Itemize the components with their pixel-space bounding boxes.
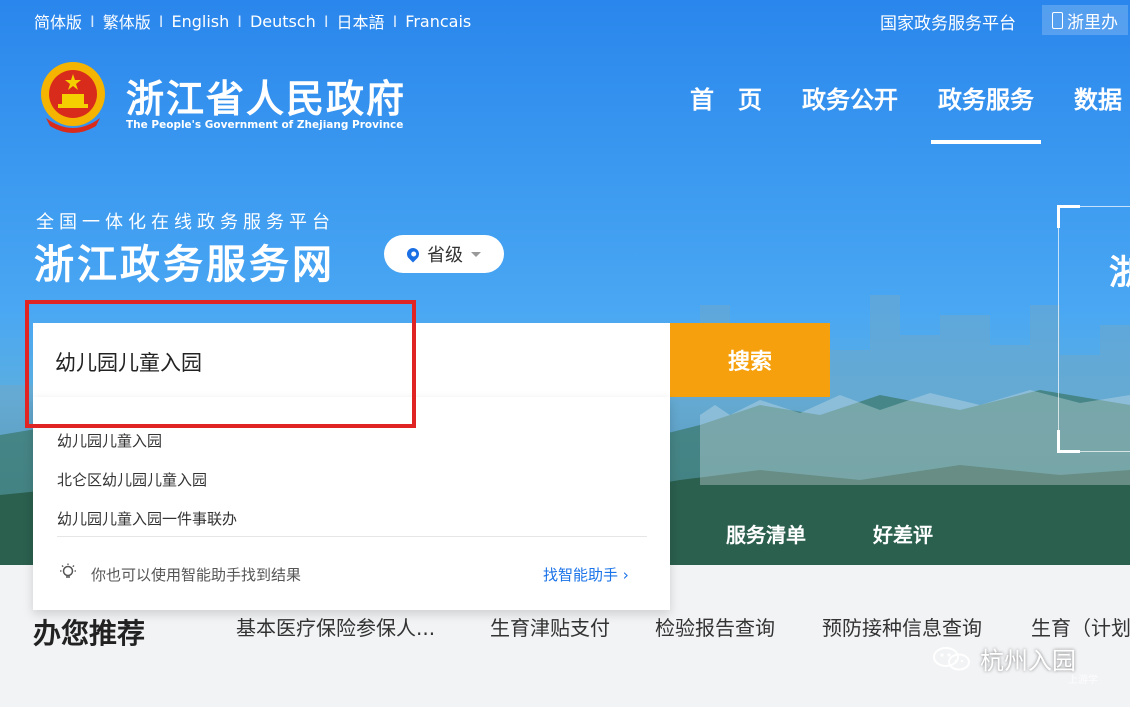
separator: I [323,11,329,31]
nav-gov-affairs-open[interactable]: 政务公开 [782,82,918,118]
recommend-item[interactable]: 预防接种信息查询 [822,612,982,641]
recommend-item[interactable]: 基本医疗保险参保人... [236,612,435,641]
phone-icon [1052,11,1063,29]
watermark-small-text: 上游学 [1068,675,1098,686]
region-label: 省级 [427,245,463,266]
recommend-item[interactable]: 生育（计划 [1031,612,1130,641]
wechat-icon [933,646,970,670]
main-nav: 首 页 政务公开 政务服务 数据 [670,82,1130,144]
location-pin-icon [404,245,422,263]
frame-corner [1057,430,1080,453]
suggestion-item[interactable]: 北仑区幼儿园儿童入园 [57,469,207,490]
lightbulb-icon [60,563,76,578]
lang-japanese[interactable]: 日本語 [337,9,385,33]
separator: I [158,11,164,31]
nav-data[interactable]: 数据 [1054,82,1130,118]
zheliban-app-link[interactable]: 浙里办 [1042,5,1128,35]
chevron-right-icon: › [622,566,629,584]
side-banner-frame[interactable]: 浙 [1057,205,1130,453]
lang-simplified[interactable]: 简体版 [34,9,82,33]
assistant-hint: 你也可以使用智能助手找到结果 [91,566,302,584]
frame-corner [1057,205,1080,228]
assistant-link[interactable]: 找智能助手 › [543,564,629,585]
rating-link[interactable]: 好差评 [873,519,933,548]
lang-english[interactable]: English [171,12,229,31]
nav-gov-services[interactable]: 政务服务 [918,82,1054,144]
site-title-en: The People's Government of Zhejiang Prov… [126,119,404,131]
highlight-annotation-box [25,300,416,428]
recommend-title: 办您推荐 [33,617,146,650]
assistant-link-label: 找智能助手 [543,566,619,584]
separator: I [90,11,95,31]
lang-french[interactable]: Francais [405,12,471,31]
separator: I [392,11,398,31]
watermark: 杭州入园 [932,641,1076,676]
suggestion-item[interactable]: 幼儿园儿童入园一件事联办 [57,508,237,529]
platform-subtitle: 全国一体化在线政务服务平台 [36,212,335,233]
site-title-cn[interactable]: 浙江省人民政府 [126,68,406,123]
nav-home[interactable]: 首 页 [670,82,782,118]
app-link-label: 浙里办 [1067,12,1118,33]
side-banner-char: 浙 [1109,253,1130,293]
search-suggestions-dropdown: 幼儿园儿童入园 北仑区幼儿园儿童入园 幼儿园儿童入园一件事联办 你也可以使用智能… [33,397,670,610]
chevron-down-icon [471,251,481,257]
platform-title[interactable]: 浙江政务服务网 [34,232,335,290]
recommend-item[interactable]: 生育津贴支付 [490,612,610,641]
national-emblem-icon[interactable] [38,60,108,134]
language-links: 简体版 I 繁体版 I English I Deutsch I 日本語 I Fr… [34,9,471,33]
divider [57,536,647,537]
suggestion-item[interactable]: 幼儿园儿童入园 [57,430,162,451]
lang-german[interactable]: Deutsch [250,12,316,31]
separator: I [237,11,242,31]
watermark-text: 杭州入园 [980,647,1076,675]
region-selector[interactable]: 省级 [384,235,504,273]
lang-traditional[interactable]: 繁体版 [103,9,151,33]
search-button[interactable]: 搜索 [670,323,830,397]
national-platform-link[interactable]: 国家政务服务平台 [880,9,1016,34]
recommend-item[interactable]: 检验报告查询 [655,612,775,641]
service-list-link[interactable]: 服务清单 [726,519,806,548]
